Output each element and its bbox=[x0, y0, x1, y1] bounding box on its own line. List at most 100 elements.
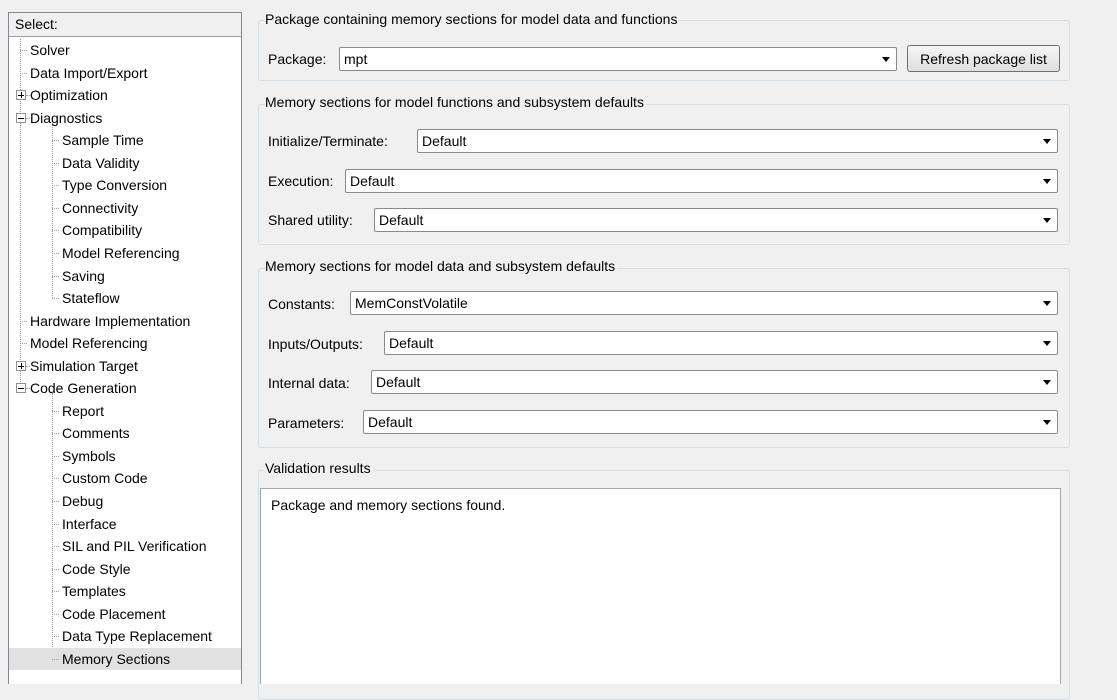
initialize-terminate-value: Default bbox=[422, 133, 467, 149]
tree-item-label: Data Validity bbox=[62, 154, 140, 171]
tree-item-symbols[interactable]: Symbols bbox=[9, 445, 241, 467]
tree-item-templates[interactable]: Templates bbox=[9, 580, 241, 602]
constants-value: MemConstVolatile bbox=[355, 295, 468, 311]
tree-item-simulation-target[interactable]: Simulation Target bbox=[9, 355, 241, 377]
tree-item-data-type-replacement[interactable]: Data Type Replacement bbox=[9, 625, 241, 647]
chevron-down-icon bbox=[1043, 139, 1051, 144]
tree-item-model-referencing[interactable]: Model Referencing bbox=[9, 332, 241, 354]
tree-item-interface[interactable]: Interface bbox=[9, 513, 241, 535]
tree-item-diagnostics[interactable]: Diagnostics bbox=[9, 107, 241, 129]
collapse-minus-icon[interactable] bbox=[16, 383, 26, 394]
config-tree-panel: Select: Solver Data Import/Export Optimiza… bbox=[8, 12, 242, 684]
tree-connector bbox=[52, 546, 59, 548]
config-tree[interactable]: Solver Data Import/Export Optimization Diag… bbox=[9, 37, 241, 677]
package-value: mpt bbox=[344, 51, 368, 67]
validation-group-title: Validation results bbox=[265, 460, 373, 476]
initialize-terminate-label: Initialize/Terminate: bbox=[268, 133, 388, 149]
tree-item-label: Diagnostics bbox=[30, 109, 103, 126]
package-dropdown[interactable]: mpt bbox=[339, 47, 897, 71]
constants-dropdown[interactable]: MemConstVolatile bbox=[350, 291, 1058, 315]
tree-connector bbox=[52, 207, 59, 209]
tree-item-debug[interactable]: Debug bbox=[9, 490, 241, 512]
tree-connector bbox=[52, 185, 59, 187]
tree-item-data-validity[interactable]: Data Validity bbox=[9, 152, 241, 174]
tree-item-solver[interactable]: Solver bbox=[9, 39, 241, 61]
constants-label: Constants: bbox=[268, 296, 335, 312]
internal-data-value: Default bbox=[376, 374, 421, 390]
tree-connector bbox=[52, 658, 59, 660]
tree-item-label: Templates bbox=[62, 583, 126, 600]
execution-dropdown[interactable]: Default bbox=[345, 169, 1058, 193]
expand-plus-icon[interactable] bbox=[16, 90, 26, 101]
tree-item-memory-sections[interactable]: Memory Sections bbox=[9, 647, 241, 670]
tree-item-type-conversion[interactable]: Type Conversion bbox=[9, 174, 241, 196]
package-group-title: Package containing memory sections for m… bbox=[265, 11, 680, 27]
package-label: Package: bbox=[268, 51, 327, 67]
tree-connector bbox=[52, 478, 59, 480]
tree-connector bbox=[20, 320, 27, 322]
tree-item-label: Code Style bbox=[62, 560, 131, 577]
inputs-outputs-label: Inputs/Outputs: bbox=[268, 336, 363, 352]
inputs-outputs-value: Default bbox=[389, 335, 434, 351]
initialize-terminate-dropdown[interactable]: Default bbox=[417, 129, 1058, 153]
tree-connector bbox=[52, 613, 59, 615]
tree-item-data-import-export[interactable]: Data Import/Export bbox=[9, 62, 241, 84]
shared-utility-dropdown[interactable]: Default bbox=[374, 208, 1058, 232]
tree-item-label: Compatibility bbox=[62, 222, 143, 239]
chevron-down-icon bbox=[882, 57, 890, 62]
tree-item-label: SIL and PIL Verification bbox=[62, 538, 207, 555]
tree-connector bbox=[20, 343, 27, 345]
tree-item-code-placement[interactable]: Code Placement bbox=[9, 603, 241, 625]
tree-item-label: Stateflow bbox=[62, 290, 120, 307]
tree-item-label: Model Referencing bbox=[62, 244, 180, 261]
tree-item-label: Code Generation bbox=[30, 380, 137, 397]
tree-item-label: Solver bbox=[30, 42, 70, 58]
tree-connector bbox=[52, 140, 59, 142]
tree-item-custom-code[interactable]: Custom Code bbox=[9, 467, 241, 489]
tree-item-stateflow[interactable]: Stateflow bbox=[9, 287, 241, 309]
tree-item-comments[interactable]: Comments bbox=[9, 422, 241, 444]
tree-item-label: Saving bbox=[62, 267, 105, 284]
tree-connector bbox=[20, 72, 27, 74]
tree-item-label: Hardware Implementation bbox=[30, 312, 191, 329]
tree-connector bbox=[20, 50, 27, 51]
tree-item-label: Debug bbox=[62, 493, 104, 509]
tree-connector bbox=[52, 636, 59, 638]
internal-data-dropdown[interactable]: Default bbox=[371, 370, 1058, 394]
tree-item-sil-and-pil-verification[interactable]: SIL and PIL Verification bbox=[9, 535, 241, 557]
tree-item-label: Type Conversion bbox=[62, 177, 168, 194]
refresh-package-list-button[interactable]: Refresh package list bbox=[907, 45, 1060, 72]
data-group-title: Memory sections for model data and subsy… bbox=[265, 258, 618, 274]
tree-item-saving[interactable]: Saving bbox=[9, 265, 241, 287]
tree-item-label: Interface bbox=[62, 515, 117, 532]
tree-item-label: Memory Sections bbox=[62, 650, 171, 667]
tree-connector bbox=[52, 433, 59, 435]
tree-item-optimization[interactable]: Optimization bbox=[9, 84, 241, 106]
validation-results-text: Package and memory sections found. bbox=[260, 488, 1061, 684]
tree-connector bbox=[52, 162, 59, 164]
tree-item-code-style[interactable]: Code Style bbox=[9, 558, 241, 580]
tree-item-hardware-implementation[interactable]: Hardware Implementation bbox=[9, 310, 241, 332]
shared-utility-value: Default bbox=[379, 212, 424, 228]
tree-item-connectivity[interactable]: Connectivity bbox=[9, 197, 241, 219]
parameters-label: Parameters: bbox=[268, 415, 345, 431]
parameters-dropdown[interactable]: Default bbox=[363, 410, 1058, 434]
tree-item-label: Connectivity bbox=[62, 199, 139, 216]
tree-item-code-generation[interactable]: Code Generation bbox=[9, 377, 241, 399]
tree-connector bbox=[52, 523, 59, 525]
tree-connector bbox=[52, 455, 59, 457]
tree-connector bbox=[52, 298, 59, 300]
tree-item-label: Optimization bbox=[30, 87, 108, 104]
tree-item-sample-time[interactable]: Sample Time bbox=[9, 129, 241, 151]
tree-connector bbox=[52, 591, 59, 593]
tree-item-report[interactable]: Report bbox=[9, 400, 241, 422]
collapse-minus-icon[interactable] bbox=[16, 112, 26, 123]
inputs-outputs-dropdown[interactable]: Default bbox=[384, 331, 1058, 355]
expand-plus-icon[interactable] bbox=[16, 360, 26, 371]
tree-header: Select: bbox=[9, 13, 241, 37]
tree-item-model-referencing[interactable]: Model Referencing bbox=[9, 242, 241, 264]
tree-item-label: Code Placement bbox=[62, 605, 166, 622]
tree-item-compatibility[interactable]: Compatibility bbox=[9, 219, 241, 241]
execution-label: Execution: bbox=[268, 173, 334, 189]
tree-item-label: Symbols bbox=[62, 447, 116, 464]
